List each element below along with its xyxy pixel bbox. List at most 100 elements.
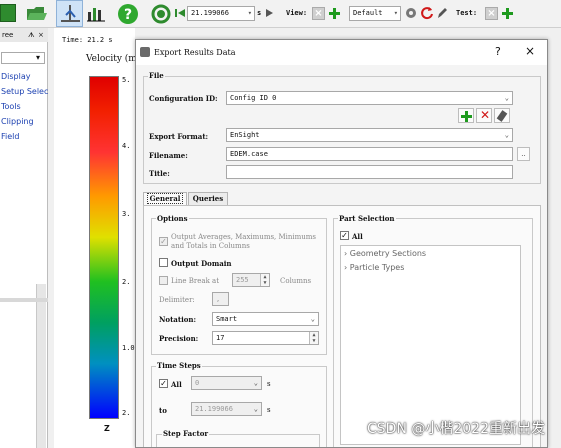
filename-label: Filename: (149, 151, 188, 160)
reset-icon[interactable] (420, 6, 434, 20)
line-break-label: Line Break at (171, 277, 220, 285)
add-test-icon[interactable] (501, 7, 514, 20)
edit-icon[interactable] (436, 6, 448, 20)
output-averages-checkbox[interactable]: ✓ (159, 237, 168, 246)
time-readout: Time: 21.2 s (62, 36, 113, 44)
tree-item-particle-types[interactable]: › Particle Types (344, 263, 404, 272)
tree-item-geometry-sections[interactable]: › Geometry Sections (344, 249, 426, 258)
line-break-checkbox[interactable] (159, 276, 168, 285)
title-label: Title: (149, 169, 170, 178)
left-tree-panel: ree ᗑ × ▾ Display Setup Selec Tools Clip… (0, 28, 48, 448)
view-selector[interactable]: Default ▾ (349, 6, 401, 21)
part-all-checkbox[interactable]: ✓ (340, 231, 349, 240)
panel-dropdown[interactable]: ▾ (1, 52, 45, 64)
config-value: Config ID 0 (230, 94, 277, 102)
pencil-icon (496, 110, 508, 122)
time-selector[interactable]: 21.199066 ▾ (187, 6, 255, 21)
tree-item-tools[interactable]: Tools (1, 102, 21, 111)
panel-scrollbar[interactable] (36, 284, 46, 448)
output-domain-label: Output Domain (171, 259, 232, 268)
settings-icon[interactable] (404, 6, 418, 20)
analysis-icon[interactable] (56, 0, 83, 27)
chevron-down-icon: ⌄ (253, 405, 258, 413)
legend-tick: 3. (122, 210, 131, 218)
tab-queries-label: Queries (192, 194, 224, 203)
add-config-button[interactable] (458, 108, 474, 123)
close-icon[interactable]: × (38, 28, 44, 42)
time-value: 21.199066 (191, 9, 229, 17)
chart-icon[interactable] (86, 4, 106, 22)
chevron-down-icon: ⌄ (504, 131, 509, 139)
to-label: to (159, 406, 167, 415)
delete-config-button[interactable]: ✕ (476, 108, 492, 123)
pin-icon[interactable]: ᗑ (28, 28, 35, 42)
to-timestep-select[interactable]: 21.199066 ⌄ (191, 402, 262, 416)
notation-select[interactable]: Smart ⌄ (212, 312, 319, 326)
save-icon[interactable] (0, 4, 16, 22)
time-unit: s (257, 9, 262, 17)
notation-value: Smart (216, 315, 238, 323)
to-unit: s (267, 406, 271, 414)
format-value: EnSight (230, 131, 260, 139)
spin-arrows-icon: ▲ ▼ (260, 274, 269, 286)
config-select[interactable]: Config ID 0 ⌄ (226, 91, 513, 105)
browse-button[interactable]: .. (517, 147, 530, 161)
next-frame-icon[interactable] (265, 8, 275, 18)
tab-general[interactable]: General (143, 192, 187, 205)
format-select[interactable]: EnSight ⌄ (226, 128, 513, 142)
remove-test-icon[interactable]: × (485, 7, 498, 20)
color-legend-bar (89, 76, 119, 419)
delimiter-label: Delimiter: (159, 296, 195, 304)
precision-spinner[interactable]: 17 ▲ ▼ (212, 331, 319, 345)
view-value: Default (353, 9, 383, 17)
chevron-down-icon: ⌄ (504, 94, 509, 102)
delimiter-value: , (216, 295, 221, 303)
tab-queries[interactable]: Queries (188, 192, 228, 205)
all-timesteps-label: All (171, 380, 182, 389)
play-icon[interactable] (151, 4, 171, 24)
chevron-down-icon: ▾ (35, 53, 40, 62)
chevron-down-icon: ▾ (393, 9, 398, 17)
panel-divider[interactable] (0, 298, 48, 302)
all-timesteps-checkbox[interactable]: ✓ (159, 379, 168, 388)
line-break-value: 255 (236, 276, 249, 284)
from-value: 0 (195, 379, 200, 387)
legend-tick: 1.0 (122, 344, 135, 352)
chevron-down-icon: ⌄ (253, 379, 258, 387)
help-icon[interactable]: ? (117, 3, 139, 25)
particle-types-label: Particle Types (349, 263, 405, 272)
precision-value: 17 (216, 334, 225, 342)
close-button[interactable]: × (525, 44, 535, 58)
delimiter-input[interactable]: , (212, 292, 229, 306)
title-input[interactable] (226, 165, 513, 179)
filename-value: EDEM.case (230, 150, 268, 158)
legend-tick: 5. (122, 76, 131, 84)
output-domain-checkbox[interactable] (159, 258, 168, 267)
first-frame-icon[interactable] (174, 7, 186, 19)
delete-icon: ✕ (480, 108, 491, 122)
options-group-label: Options (156, 214, 189, 223)
tree-item-field[interactable]: Field (1, 132, 19, 141)
from-timestep-select[interactable]: 0 ⌄ (191, 376, 262, 390)
open-folder-icon[interactable] (26, 4, 48, 22)
dialog-titlebar: Export Results Data ? × (136, 40, 547, 65)
to-value: 21.199066 (195, 405, 233, 413)
tree-item-clipping[interactable]: Clipping (1, 117, 34, 126)
legend-title: Velocity (m (86, 54, 137, 64)
app-icon (140, 47, 150, 57)
columns-label: Columns (280, 277, 312, 285)
help-button[interactable]: ? (495, 45, 501, 58)
step-factor-label: Step Factor (162, 429, 210, 438)
tree-item-display[interactable]: Display (1, 72, 31, 81)
dialog-title: Export Results Data (154, 48, 236, 57)
edit-config-button[interactable] (494, 108, 510, 123)
line-break-spinner[interactable]: 255 ▲ ▼ (232, 273, 270, 287)
main-toolbar: ? 21.199066 ▾ s View: × Default ▾ Test: … (0, 0, 561, 28)
tab-general-label: General (146, 193, 184, 204)
part-selection-label: Part Selection (338, 214, 396, 223)
add-view-icon[interactable] (328, 7, 341, 20)
filename-input[interactable]: EDEM.case (226, 147, 513, 161)
tree-item-setup-selection[interactable]: Setup Selec (1, 87, 48, 96)
svg-text:?: ? (124, 7, 132, 23)
remove-view-icon[interactable]: × (312, 7, 325, 20)
